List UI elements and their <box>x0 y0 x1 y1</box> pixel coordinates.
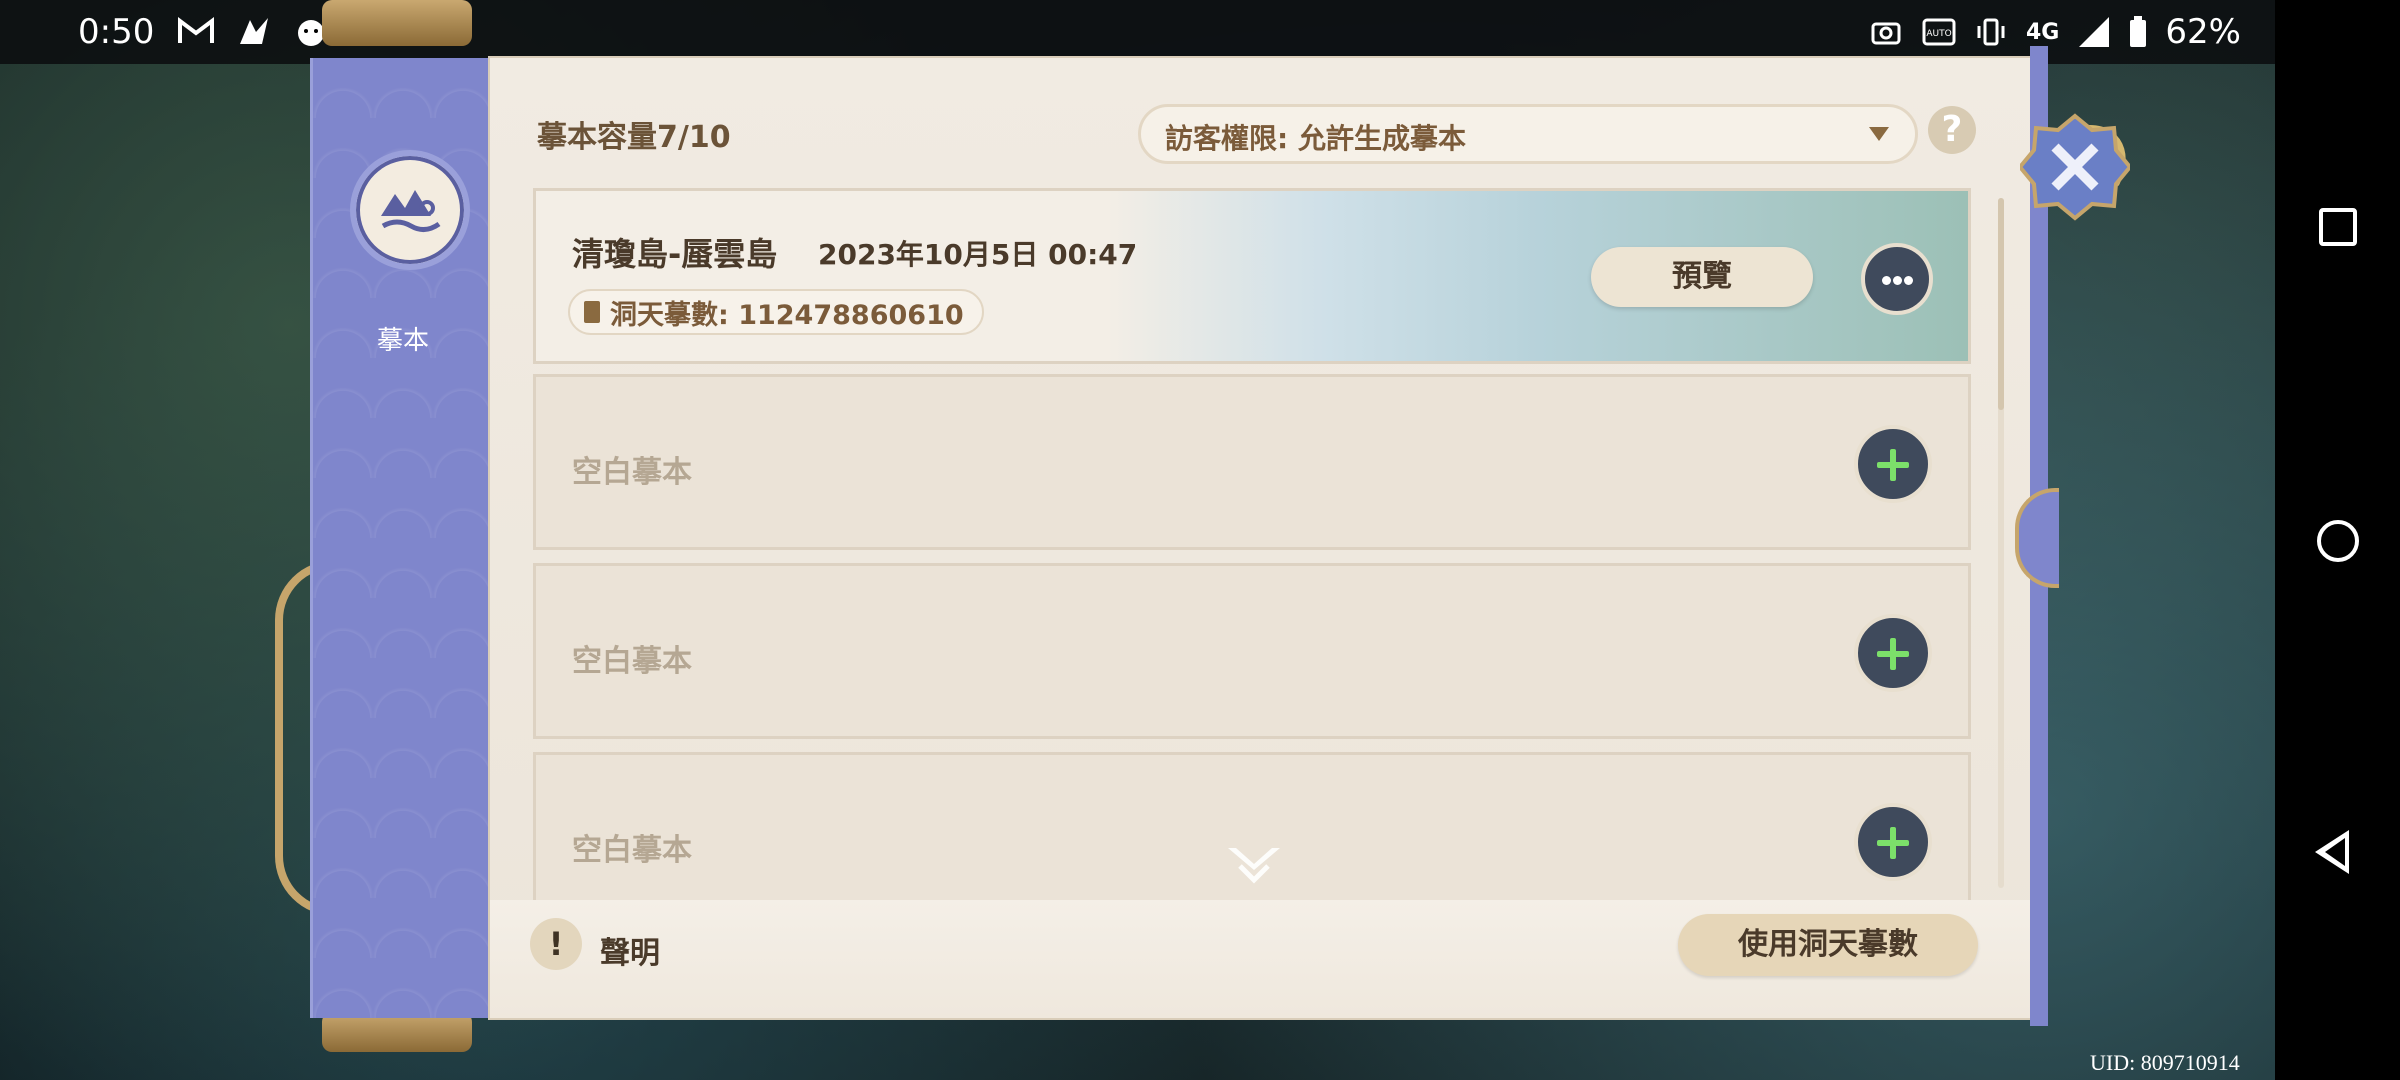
signal-icon <box>2079 17 2110 47</box>
statement-link[interactable]: 聲明 <box>600 928 660 972</box>
visitor-permission-dropdown[interactable]: 訪客權限: 允許生成摹本 <box>1138 104 1918 164</box>
mountain-cloud-emblem-icon[interactable] <box>350 150 470 270</box>
empty-slot[interactable]: 空白摹本 <box>533 563 1971 739</box>
close-icon[interactable] <box>2020 112 2130 222</box>
battery-percent: 62% <box>2165 12 2241 52</box>
back-button[interactable] <box>2315 830 2349 874</box>
scroll-down-indicator-icon <box>1228 848 1280 884</box>
sidebar-label[interactable]: 摹本 <box>313 320 493 357</box>
system-status-icons: AUTO 4G 62% <box>1870 12 2241 52</box>
empty-slot[interactable]: 空白摹本 <box>533 374 1971 550</box>
empty-slot-label: 空白摹本 <box>572 644 692 679</box>
scrollbar-thumb[interactable] <box>1998 198 2004 410</box>
use-blueprint-button[interactable]: 使用洞天摹數 <box>1678 914 1978 976</box>
blueprint-id: 洞天摹數: 112478860610 <box>610 299 964 331</box>
empty-slot-label: 空白摹本 <box>572 455 692 490</box>
add-icon[interactable] <box>1854 425 1932 503</box>
blueprint-title: 清瓊島-蜃雲島 <box>572 235 778 273</box>
blueprint-list: 清瓊島-蜃雲島 2023年10月5日 00:47 洞天摹數: 112478860… <box>533 188 1975 900</box>
list-scrollbar[interactable] <box>1998 198 2004 888</box>
battery-icon <box>2130 16 2147 47</box>
home-button[interactable] <box>2317 520 2359 562</box>
copy-icon <box>584 301 600 323</box>
recents-button[interactable] <box>2319 208 2357 246</box>
chevron-down-icon <box>1869 127 1889 141</box>
more-options-icon[interactable] <box>1861 243 1933 315</box>
navigation-bar <box>2275 0 2400 1080</box>
blueprint-slot[interactable]: 清瓊島-蜃雲島 2023年10月5日 00:47 洞天摹數: 112478860… <box>533 188 1971 364</box>
blueprint-date: 2023年10月5日 00:47 <box>818 238 1138 271</box>
exclamation-icon[interactable]: ! <box>530 918 582 970</box>
scroll-rod-top <box>322 0 472 46</box>
capacity-label: 摹本容量7/10 <box>537 120 731 155</box>
add-icon[interactable] <box>1854 803 1932 881</box>
bird-icon <box>240 18 268 44</box>
add-icon[interactable] <box>1854 614 1932 692</box>
visitor-permission-value: 訪客權限: 允許生成摹本 <box>1165 122 1466 155</box>
auto-hz-icon: AUTO <box>1922 18 1956 46</box>
empty-slot-label: 空白摹本 <box>572 833 692 868</box>
svg-text:AUTO: AUTO <box>1926 29 1951 39</box>
preview-button[interactable]: 預覽 <box>1591 247 1813 307</box>
sidebar: 摹本 <box>310 58 493 1018</box>
vibrate-icon <box>1977 18 2005 46</box>
4g-icon: 4G <box>2026 19 2060 45</box>
status-time: 0:50 <box>78 12 155 52</box>
screenshot-icon <box>1871 22 1901 45</box>
gmail-icon <box>178 17 214 43</box>
scroll-rod-bottom <box>322 1012 472 1052</box>
help-button[interactable]: ? <box>1928 106 1976 154</box>
uid-label: UID: 809710914 <box>2090 1050 2240 1075</box>
blueprint-id-chip[interactable]: 洞天摹數: 112478860610 <box>568 289 984 335</box>
